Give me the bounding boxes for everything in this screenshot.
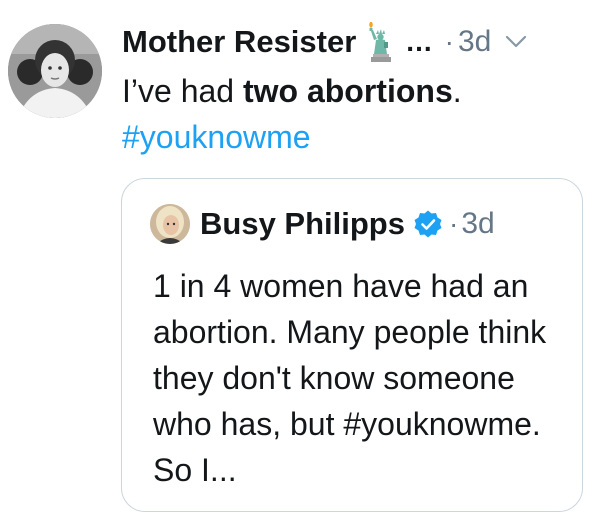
quoted-tweet-timestamp[interactable]: 3d <box>461 207 494 241</box>
separator-dot: · <box>444 26 454 57</box>
hashtag-link[interactable]: #youknowme <box>122 119 311 155</box>
quoted-tweet-text: 1 in 4 women have had an abortion. Many … <box>153 268 547 488</box>
tweet-text-bold: two abortions <box>242 73 453 109</box>
tweet-text-end: . <box>452 73 462 109</box>
statue-of-liberty-icon <box>364 20 400 64</box>
tweet-timestamp[interactable]: 3d <box>458 25 491 59</box>
quoted-author-name[interactable]: Busy Philipps <box>200 206 405 242</box>
name-truncation: ... <box>406 26 433 57</box>
quoted-author-avatar[interactable] <box>150 204 190 244</box>
tweet-text: I’ve had two abortions. #youknowme <box>122 68 592 160</box>
tweet-view: { "tweet": { "author_name": "Mother Resi… <box>0 0 609 525</box>
tweet-header: Mother Resister ... · 3d <box>122 18 602 66</box>
quoted-separator-dot: · <box>448 208 459 239</box>
chevron-down-icon[interactable] <box>505 35 527 49</box>
quoted-tweet-header: Busy Philipps · 3d <box>150 201 495 247</box>
author-name[interactable]: Mother Resister <box>122 24 356 60</box>
verified-badge-icon <box>413 209 443 239</box>
quoted-tweet-card[interactable]: Busy Philipps · 3d 1 in 4 women have had… <box>121 178 583 512</box>
tweet-text-start: I’ve had <box>122 73 243 109</box>
author-avatar[interactable] <box>8 24 102 118</box>
